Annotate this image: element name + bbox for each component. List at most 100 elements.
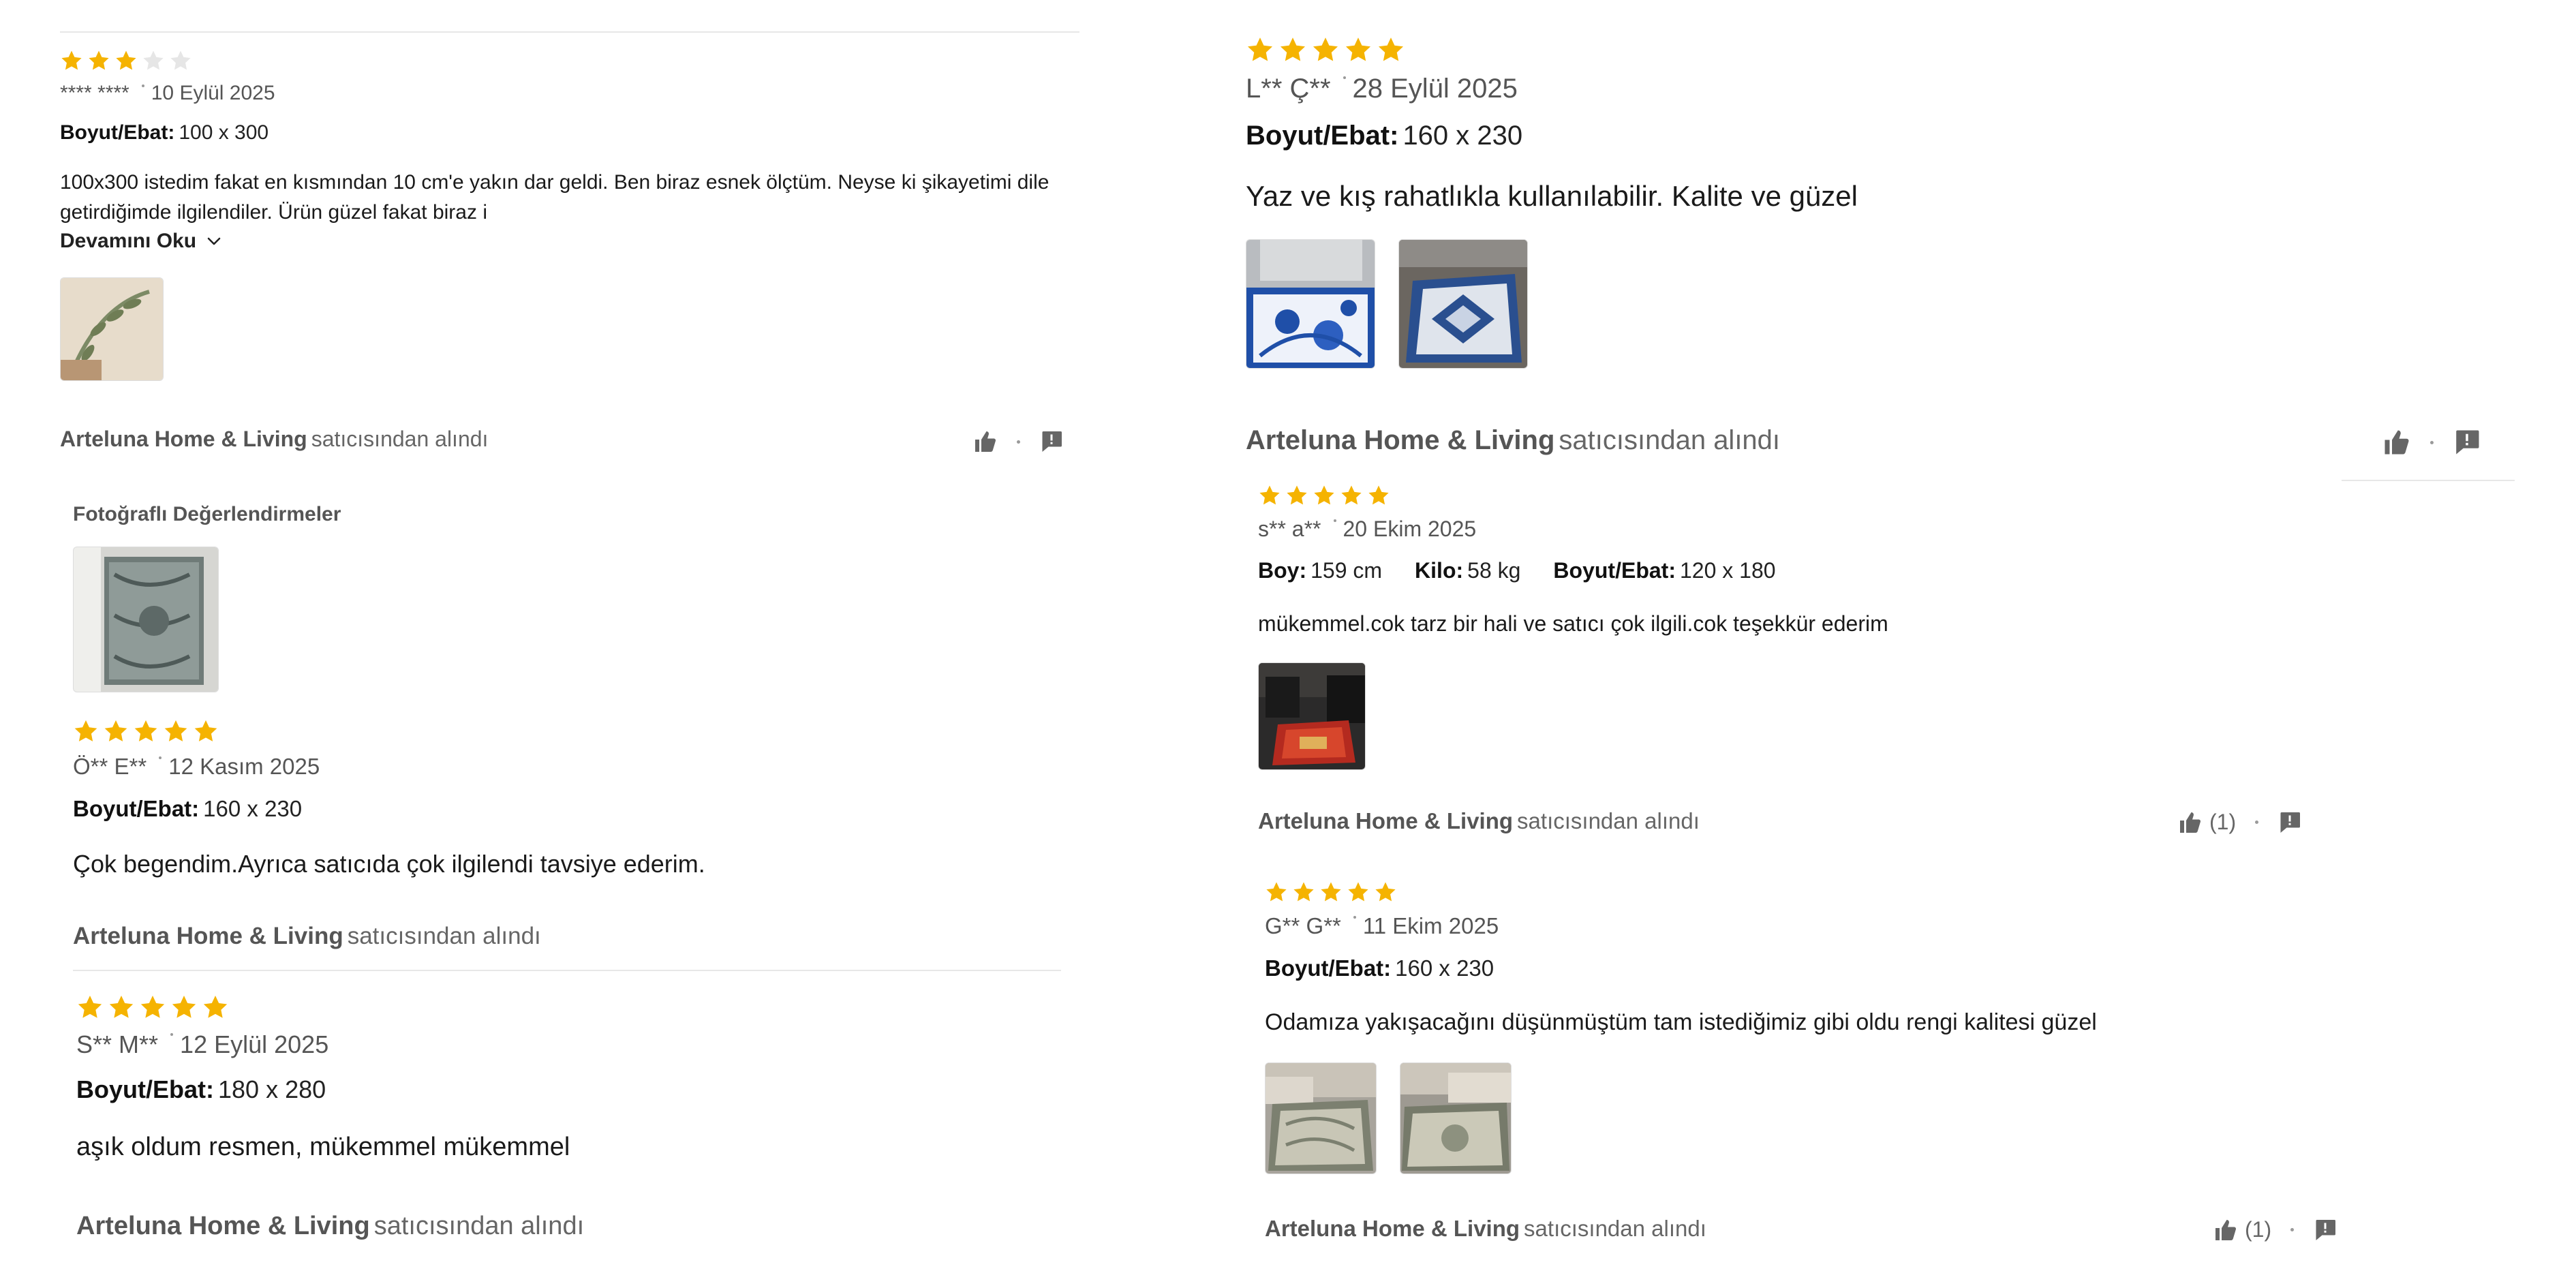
meta-separator <box>170 1033 174 1036</box>
star-filled-icon <box>1278 35 1307 64</box>
report-icon[interactable] <box>2313 1218 2337 1242</box>
star-filled-icon <box>87 49 110 72</box>
star-filled-icon <box>170 994 198 1021</box>
review-text: 100x300 istedim fakat en kısmından 10 cm… <box>60 171 1049 224</box>
thumbs-up-icon[interactable] <box>2178 810 2203 835</box>
action-separator <box>2430 440 2434 444</box>
size-attribute: Boyut/Ebat: 160 x 230 <box>73 796 302 822</box>
seller-name[interactable]: Arteluna Home & Living <box>73 923 343 949</box>
review-card: S** M** 12 Eylül 2025 Boyut/Ebat: 180 x 2… <box>76 994 1085 1166</box>
review-date: 12 Eylül 2025 <box>180 1030 329 1058</box>
review-photo[interactable] <box>1258 662 1366 771</box>
chevron-down-icon <box>206 233 222 249</box>
review-meta: **** **** 10 Eylül 2025 <box>60 82 1089 105</box>
review-meta: G** G** 11 Ekim 2025 <box>1265 913 2342 939</box>
star-filled-icon <box>1319 880 1343 904</box>
star-filled-icon <box>163 718 189 744</box>
action-separator <box>1017 440 1020 444</box>
weight-attribute: Kilo: 58 kg <box>1415 558 1520 583</box>
rating-stars <box>73 718 1082 744</box>
review-actions: (1) <box>2213 1217 2337 1242</box>
star-filled-icon <box>1344 35 1373 64</box>
review-photo[interactable] <box>1246 239 1375 369</box>
rating-stars <box>60 49 1089 72</box>
review-card: G** G** 11 Ekim 2025 Boyut/Ebat: 160 x 23… <box>1265 880 2342 1175</box>
seller-name[interactable]: Arteluna Home & Living <box>60 427 307 451</box>
star-empty-icon <box>169 49 192 72</box>
height-label: Boy: <box>1258 558 1307 583</box>
seller-suffix: satıcısından alındı <box>1517 808 1700 833</box>
review-text: Yaz ve kış rahatlıkla kullanılabilir. Ka… <box>1246 180 1858 212</box>
like-count: (1) <box>2209 810 2237 834</box>
seller-suffix: satıcısından alındı <box>311 427 489 451</box>
size-label: Boyut/Ebat: <box>1246 121 1399 151</box>
seller-suffix: satıcısından alındı <box>1524 1216 1706 1241</box>
star-filled-icon <box>108 994 135 1021</box>
review-card: Ö** E** 12 Kasım 2025 Boyut/Ebat: 160 x 2… <box>73 718 1082 882</box>
review-attributes: Boyut/Ebat: 100 x 300 <box>60 121 1089 144</box>
reviewer-name: G** G** <box>1265 913 1341 938</box>
seller-name[interactable]: Arteluna Home & Living <box>76 1212 370 1240</box>
review-card: L** Ç** 28 Eylül 2025 Boyut/Ebat: 160 x 2… <box>1246 35 2527 369</box>
review-attributes: Boyut/Ebat: 160 x 230 <box>73 796 1082 822</box>
size-value: 120 x 180 <box>1679 558 1776 583</box>
star-filled-icon <box>1347 880 1370 904</box>
review-divider <box>2342 480 2515 481</box>
review-actions <box>2382 428 2481 457</box>
report-icon[interactable] <box>2453 428 2481 457</box>
review-date: 20 Ekim 2025 <box>1343 517 1477 541</box>
height-value: 159 cm <box>1310 558 1383 583</box>
seller-info: Arteluna Home & Living satıcısından alınd… <box>76 1212 584 1241</box>
review-meta: s** a** 20 Ekim 2025 <box>1258 517 2335 542</box>
report-icon[interactable] <box>2278 810 2302 835</box>
size-attribute: Boyut/Ebat: 100 x 300 <box>60 121 269 144</box>
seller-suffix: satıcısından alındı <box>347 923 541 949</box>
reviewer-name: S** M** <box>76 1030 159 1058</box>
review-attributes: Boyut/Ebat: 180 x 280 <box>76 1075 1085 1104</box>
review-divider <box>73 970 1061 971</box>
size-value: 180 x 280 <box>218 1075 326 1103</box>
action-separator <box>2290 1228 2295 1231</box>
seller-info: Arteluna Home & Living satıcısından alınd… <box>73 923 541 950</box>
review-card: **** **** 10 Eylül 2025 Boyut/Ebat: 100 x… <box>60 49 1089 381</box>
rating-stars <box>1258 484 2335 507</box>
review-photo[interactable] <box>60 277 164 381</box>
review-photo[interactable] <box>1400 1062 1512 1175</box>
star-filled-icon <box>1374 880 1397 904</box>
weight-label: Kilo: <box>1415 558 1464 583</box>
star-filled-icon <box>1292 880 1315 904</box>
star-filled-icon <box>202 994 229 1021</box>
seller-info: Arteluna Home & Living satıcısından alınd… <box>1265 1216 1706 1242</box>
read-more-link[interactable]: Devamını Oku <box>60 230 1089 253</box>
star-filled-icon <box>76 994 104 1021</box>
like-count: (1) <box>2245 1217 2272 1242</box>
star-filled-icon <box>1311 35 1340 64</box>
seller-info: Arteluna Home & Living satıcısından alınd… <box>1246 425 1780 456</box>
thumbs-up-icon[interactable] <box>973 429 998 454</box>
review-date: 11 Ekim 2025 <box>1362 913 1499 938</box>
review-text: Çok begendim.Ayrıca satıcıda çok ilgilen… <box>73 850 705 878</box>
rating-stars <box>76 994 1085 1021</box>
star-filled-icon <box>133 718 159 744</box>
meta-separator <box>1343 76 1346 79</box>
seller-name[interactable]: Arteluna Home & Living <box>1246 425 1554 455</box>
photo-review-thumbnail[interactable] <box>73 547 219 692</box>
review-actions: (1) <box>2178 810 2302 835</box>
review-photo[interactable] <box>1265 1062 1377 1175</box>
thumbs-up-icon[interactable] <box>2213 1218 2238 1242</box>
thumbs-up-icon[interactable] <box>2382 428 2411 457</box>
star-filled-icon <box>1377 35 1405 64</box>
seller-name[interactable]: Arteluna Home & Living <box>1258 808 1513 833</box>
reviewer-name: s** a** <box>1258 517 1321 541</box>
review-photo[interactable] <box>1398 239 1528 369</box>
report-icon[interactable] <box>1039 429 1064 454</box>
size-label: Boyut/Ebat: <box>1265 955 1392 981</box>
size-attribute: Boyut/Ebat: 160 x 230 <box>1246 121 1522 151</box>
top-divider <box>60 31 1079 33</box>
review-attributes: Boyut/Ebat: 160 x 230 <box>1265 955 2342 981</box>
size-attribute: Boyut/Ebat: 180 x 280 <box>76 1075 326 1104</box>
star-filled-icon <box>1313 484 1336 507</box>
star-filled-icon <box>1285 484 1308 507</box>
seller-name[interactable]: Arteluna Home & Living <box>1265 1216 1520 1241</box>
review-date: 28 Eylül 2025 <box>1352 74 1518 104</box>
